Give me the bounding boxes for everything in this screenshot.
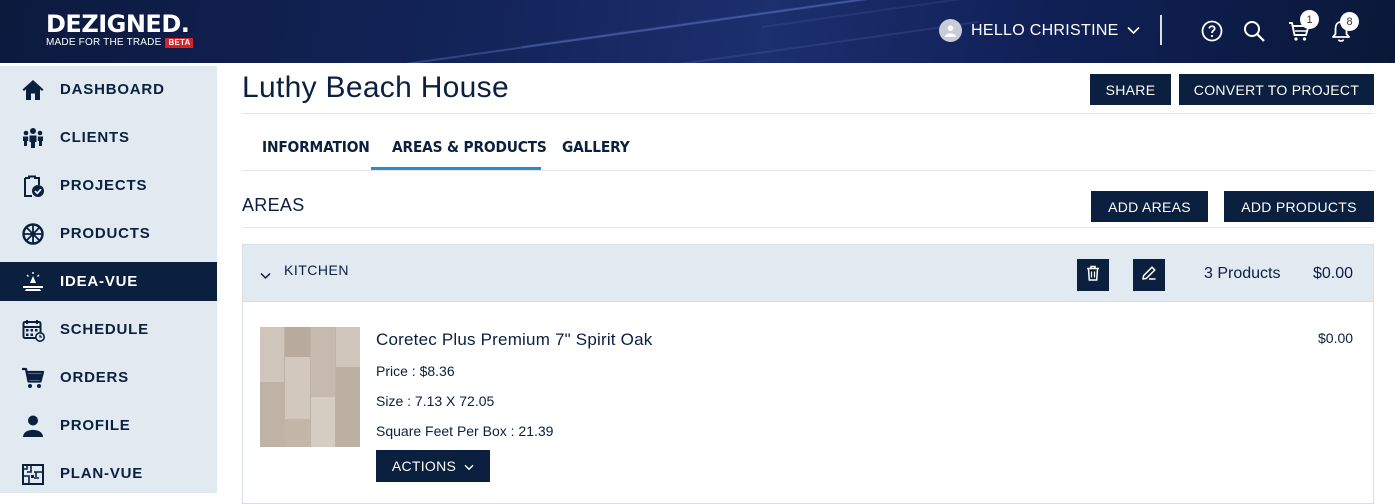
tabs-divider bbox=[242, 170, 1374, 171]
sidebar-item-label: IDEA-VUE bbox=[60, 273, 139, 290]
sidebar-item-label: CLIENTS bbox=[60, 129, 130, 146]
actions-button[interactable]: ACTIONS bbox=[376, 450, 490, 482]
sidebar-item-products[interactable]: PRODUCTS bbox=[0, 214, 217, 253]
share-button[interactable]: SHARE bbox=[1090, 74, 1171, 105]
sidebar-item-schedule[interactable]: SCHEDULE bbox=[0, 310, 217, 349]
chevron-down-icon bbox=[1127, 22, 1140, 40]
product-size: Size : 7.13 X 72.05 bbox=[376, 393, 495, 409]
search-icon[interactable] bbox=[1241, 18, 1267, 44]
delete-area-button[interactable] bbox=[1077, 259, 1109, 291]
sidebar-item-orders[interactable]: ORDERS bbox=[0, 358, 217, 397]
beta-badge: BETA bbox=[165, 37, 194, 48]
logo-tagline: MADE FOR THE TRADE bbox=[46, 37, 162, 48]
add-products-button[interactable]: ADD PRODUCTS bbox=[1224, 191, 1374, 222]
add-areas-button[interactable]: ADD AREAS bbox=[1091, 191, 1208, 222]
convert-to-project-button[interactable]: CONVERT TO PROJECT bbox=[1179, 74, 1374, 105]
product-sqft: Square Feet Per Box : 21.39 bbox=[376, 423, 554, 439]
clients-icon bbox=[21, 126, 45, 150]
floorplan-icon bbox=[21, 462, 45, 486]
person-icon bbox=[21, 414, 45, 438]
sidebar-item-projects[interactable]: PROJECTS bbox=[0, 166, 217, 205]
calendar-icon bbox=[21, 318, 45, 342]
sidebar-item-label: SCHEDULE bbox=[60, 321, 149, 338]
top-bar: DEZIGNED. MADE FOR THE TRADE BETA HELLO … bbox=[0, 0, 1395, 63]
areas-divider bbox=[242, 227, 1374, 228]
sidebar-item-dashboard[interactable]: DASHBOARD bbox=[0, 70, 217, 109]
cart-icon bbox=[21, 366, 45, 390]
user-greeting: HELLO CHRISTINE bbox=[971, 21, 1119, 39]
areas-heading: AREAS bbox=[242, 195, 305, 215]
product-price: Price : $8.36 bbox=[376, 363, 455, 379]
tab-areas-products[interactable]: AREAS & PRODUCTS bbox=[392, 138, 547, 170]
sidebar-item-label: ORDERS bbox=[60, 369, 129, 386]
notification-badge: 8 bbox=[1340, 12, 1359, 31]
pencil-icon bbox=[1141, 265, 1157, 286]
area-total: $0.00 bbox=[1313, 265, 1354, 282]
area-header[interactable]: KITCHEN 3 Products $0.00 bbox=[243, 245, 1373, 302]
sidebar-item-clients[interactable]: CLIENTS bbox=[0, 118, 217, 157]
header-divider bbox=[1160, 15, 1162, 45]
sidebar-item-idea-vue[interactable]: IDEA-VUE bbox=[0, 262, 217, 301]
product-line-total: $0.00 bbox=[1318, 330, 1354, 346]
edit-area-button[interactable] bbox=[1133, 259, 1165, 291]
area-product-count: 3 Products bbox=[1204, 265, 1281, 282]
product-name: Coretec Plus Premium 7" Spirit Oak bbox=[376, 330, 653, 349]
home-icon bbox=[21, 78, 45, 102]
sidebar-item-label: PRODUCTS bbox=[60, 225, 151, 242]
wheel-icon bbox=[21, 222, 45, 246]
idea-vue-icon bbox=[21, 270, 45, 294]
page-title: Luthy Beach House bbox=[242, 71, 509, 104]
clipboard-check-icon bbox=[21, 174, 45, 198]
sidebar-item-plan-vue[interactable]: PLAN-VUE bbox=[0, 454, 217, 493]
chevron-down-icon bbox=[464, 458, 474, 474]
actions-label: ACTIONS bbox=[391, 458, 457, 474]
help-icon[interactable] bbox=[1199, 18, 1225, 44]
area-name: KITCHEN bbox=[284, 262, 349, 278]
user-avatar-icon bbox=[939, 19, 962, 42]
tab-gallery[interactable]: GALLERY bbox=[562, 138, 630, 170]
area-card: KITCHEN 3 Products $0.00 Coretec Plus Pr… bbox=[242, 244, 1374, 504]
logo-wordmark: DEZIGNED. bbox=[46, 10, 190, 38]
logo[interactable]: DEZIGNED. MADE FOR THE TRADE BETA bbox=[46, 10, 194, 48]
sidebar-item-label: PROFILE bbox=[60, 417, 131, 434]
sidebar: DASHBOARD CLIENTS PROJECTS PRODUCTS IDEA… bbox=[0, 66, 217, 493]
divider bbox=[242, 113, 1374, 114]
cart-badge: 1 bbox=[1300, 10, 1319, 29]
tab-information[interactable]: INFORMATION bbox=[262, 138, 370, 170]
sidebar-item-label: DASHBOARD bbox=[60, 81, 165, 98]
product-image[interactable] bbox=[260, 327, 360, 447]
sidebar-item-label: PROJECTS bbox=[60, 177, 148, 194]
user-menu[interactable]: HELLO CHRISTINE bbox=[939, 19, 1140, 42]
sidebar-item-profile[interactable]: PROFILE bbox=[0, 406, 217, 445]
trash-icon bbox=[1086, 265, 1100, 286]
sidebar-item-label: PLAN-VUE bbox=[60, 465, 144, 482]
chevron-down-icon[interactable] bbox=[260, 267, 271, 285]
